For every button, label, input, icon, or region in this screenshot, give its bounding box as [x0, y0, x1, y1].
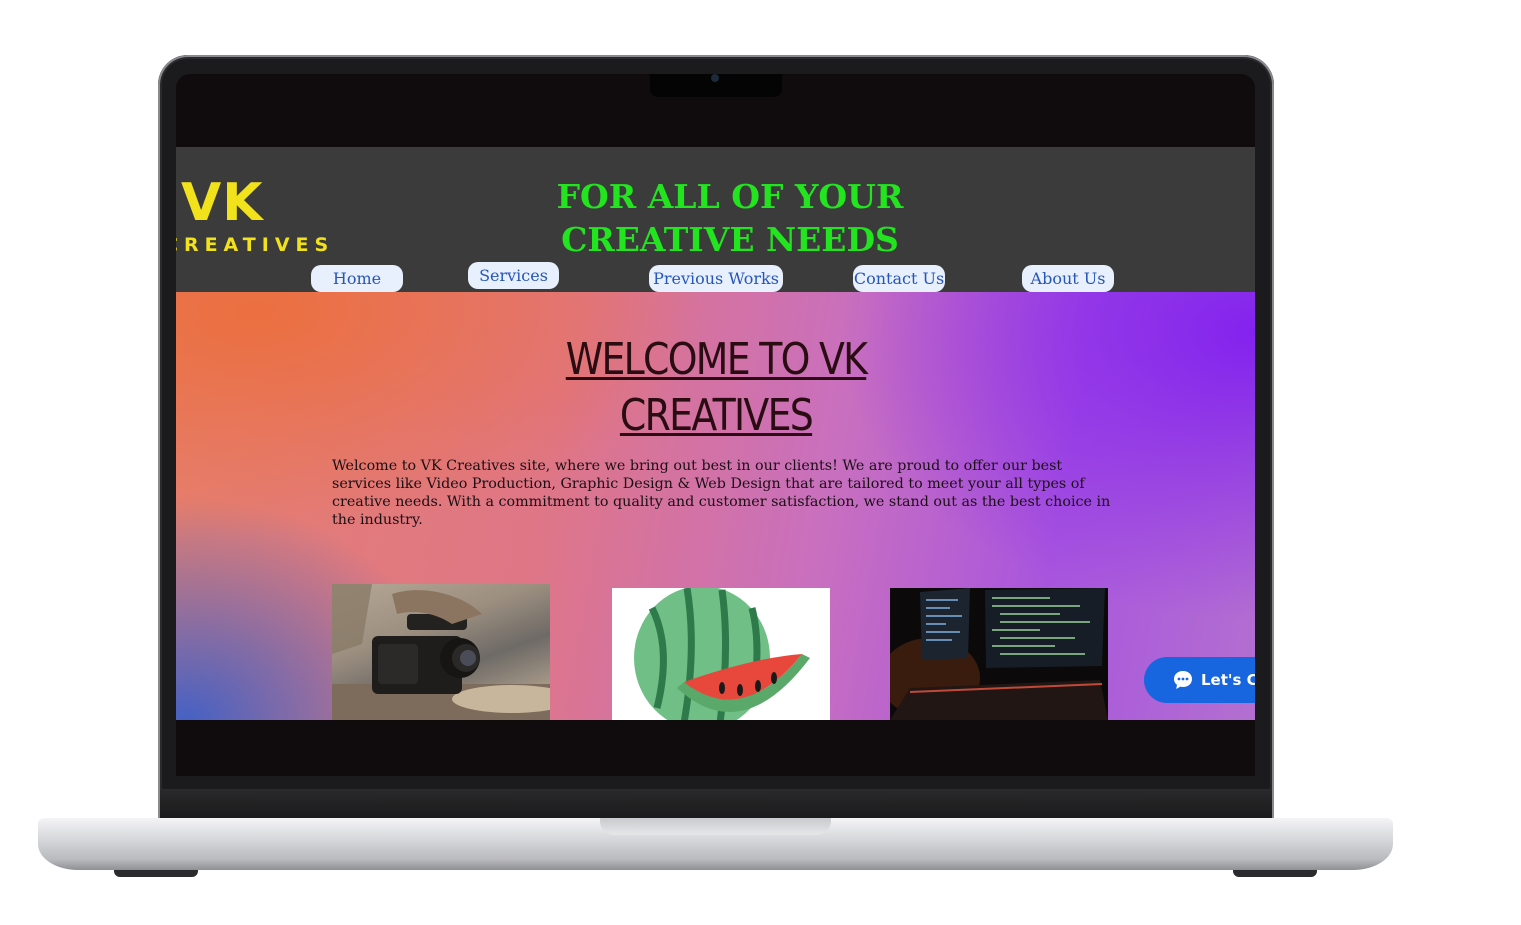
nav-home-button[interactable]: Home	[311, 265, 403, 292]
watermelon-illustration-image[interactable]	[612, 588, 830, 720]
logo-creatives: CREATIVES	[176, 234, 335, 256]
nav-previous-works-button[interactable]: Previous Works	[649, 265, 783, 292]
webcam-icon	[711, 74, 719, 82]
hero-section: WELCOME TO VK CREATIVES Welcome to VK Cr…	[176, 292, 1255, 720]
chat-bubble-icon	[1174, 671, 1192, 689]
lets-chat-button[interactable]: Let's Ch	[1144, 657, 1255, 703]
logo-vk[interactable]: VK	[181, 177, 264, 229]
nav-services-button[interactable]: Services	[468, 262, 559, 289]
code-monitor-image[interactable]	[890, 588, 1108, 720]
hero-title: WELCOME TO VK CREATIVES	[565, 334, 868, 441]
laptop-foot-right	[1233, 870, 1317, 877]
website-screen: VK CREATIVES FOR ALL OF YOUR CREATIVE NE…	[176, 147, 1255, 720]
site-tagline: FOR ALL OF YOUR CREATIVE NEEDS	[556, 177, 904, 259]
nav-contact-us-button[interactable]: Contact Us	[853, 265, 945, 292]
laptop-opening-notch	[600, 818, 831, 835]
nav-about-us-button[interactable]: About Us	[1022, 265, 1114, 292]
chat-label: Let's Ch	[1201, 671, 1255, 689]
laptop-foot-left	[114, 870, 198, 877]
hero-description: Welcome to VK Creatives site, where we b…	[332, 458, 1111, 528]
laptop-chin	[160, 789, 1272, 821]
site-header: VK CREATIVES FOR ALL OF YOUR CREATIVE NE…	[176, 147, 1255, 292]
video-camera-image[interactable]	[332, 584, 550, 720]
